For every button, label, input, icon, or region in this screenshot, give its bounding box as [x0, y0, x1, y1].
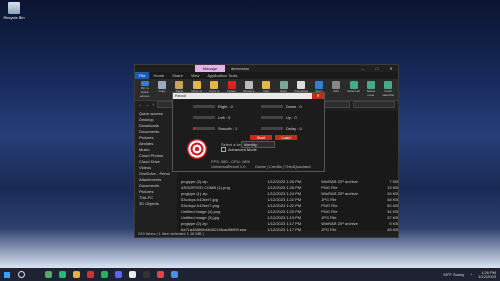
app-icon-2[interactable]	[171, 271, 178, 278]
target-logo-icon	[187, 139, 207, 159]
steam-icon[interactable]	[143, 271, 150, 278]
desktop-icon-label: Recycle Bin	[3, 15, 25, 20]
slider-label: Smooth : 1	[218, 126, 238, 131]
delete-icon	[227, 81, 236, 89]
open-icon	[314, 81, 323, 89]
recycle-bin-glyph	[8, 2, 20, 14]
slider-smooth[interactable]	[193, 127, 215, 130]
search-input[interactable]	[353, 101, 395, 108]
tray-chevron-icon[interactable]: ^	[470, 272, 472, 277]
system-tray: 59°F Sunny ^ 1:26 PM 1/12/2023	[443, 268, 496, 281]
slider-row-down: Down : 0	[261, 104, 302, 109]
folder-icon	[210, 81, 219, 89]
ribbon-tabs: File Home Share View Application Tools	[135, 72, 398, 79]
advanced-mode-checkbox[interactable]: Advanced Mode	[221, 147, 257, 152]
easy-access-icon	[279, 81, 288, 89]
select-none-label: Select none	[366, 89, 376, 97]
forward-arrow-icon[interactable]: →	[145, 102, 149, 107]
explorer-titlebar: Manage dimension – □ ✕	[135, 65, 398, 72]
folder-icon[interactable]	[73, 271, 80, 278]
start-icon[interactable]	[4, 271, 10, 278]
invert-selection-button[interactable]: Invert selection	[382, 81, 395, 98]
app-close-button[interactable]: ✕	[312, 93, 324, 99]
slider-right[interactable]	[193, 105, 215, 108]
slider-label: Down : 0	[286, 104, 302, 109]
properties-icon	[297, 81, 306, 89]
pinned-apps	[45, 271, 178, 278]
recoil-app-icon[interactable]	[157, 271, 164, 278]
status-bar: 249 items | 1 item selected 1.16 MB |	[135, 231, 398, 237]
manage-tab[interactable]: Manage	[195, 65, 225, 72]
clock[interactable]: 1:26 PM 1/12/2023	[478, 270, 496, 279]
select-none-icon	[366, 81, 375, 89]
select-all-icon	[349, 81, 358, 89]
navigation-pane: Quick access Desktop Downloads Documents…	[135, 111, 175, 231]
back-arrow-icon[interactable]: ←	[138, 102, 142, 107]
pin-button[interactable]: Pin to Quick access	[138, 81, 151, 98]
edit-button[interactable]: Edit	[329, 81, 342, 98]
start-button[interactable]: Start	[250, 135, 272, 140]
task-view-icon[interactable]	[45, 271, 52, 278]
browser-icon[interactable]	[59, 271, 66, 278]
slider-row-left: Left : 0	[193, 115, 230, 120]
date: 1/12/2023	[478, 273, 496, 279]
opera-icon[interactable]	[87, 271, 94, 278]
tab-home[interactable]: Home	[149, 72, 168, 79]
load-button[interactable]: Load	[275, 135, 297, 140]
taskbar: 59°F Sunny ^ 1:26 PM 1/12/2023	[0, 268, 500, 281]
select-none-button[interactable]: Select none	[364, 81, 377, 98]
tab-application-tools[interactable]: Application Tools	[203, 72, 241, 79]
tab-file[interactable]: File	[135, 72, 150, 79]
weather-status[interactable]: 59°F Sunny	[443, 272, 464, 277]
invert-selection-label: Invert selection	[382, 89, 395, 97]
new-folder-icon	[262, 81, 271, 89]
slider-label: Up : 0	[286, 115, 297, 120]
spotify-icon[interactable]	[101, 271, 108, 278]
checkbox-label: Advanced Mode	[228, 147, 257, 152]
slider-label: Delay : 0	[286, 126, 302, 131]
slider-row-up: Up : 0	[261, 115, 297, 120]
minimize-button[interactable]: –	[356, 65, 370, 72]
select-all-label: Select all	[347, 89, 360, 93]
footer-links[interactable]: Guide | Credits | ThirdQuadrant	[255, 164, 311, 169]
app-titlebar: Recoil ✕	[173, 93, 324, 99]
recycle-bin-icon[interactable]: Recycle Bin	[3, 2, 25, 20]
window-controls: – □ ✕	[356, 65, 398, 72]
nav-item-3d-objects[interactable]: 3D Objects	[135, 201, 175, 207]
slider-row-smooth: Smooth : 1	[193, 126, 237, 131]
close-button[interactable]: ✕	[384, 65, 398, 72]
slider-down[interactable]	[261, 105, 283, 108]
tab-share[interactable]: Share	[168, 72, 187, 79]
slider-fill	[193, 127, 196, 130]
app-version: UniversalRecoil 1.0	[211, 164, 246, 169]
select-all-button[interactable]: Select all	[347, 81, 360, 98]
edit-label: Edit	[333, 89, 339, 93]
app-title: Recoil	[175, 93, 187, 98]
window-title: dimension	[231, 66, 250, 71]
maximize-button[interactable]: □	[370, 65, 384, 72]
app-icon[interactable]	[129, 271, 136, 278]
checkbox-box	[221, 147, 226, 152]
paste-icon	[175, 81, 184, 89]
tab-view[interactable]: View	[187, 72, 204, 79]
recoil-app-window: Recoil ✕ Right : 0 Down : 0 Left : 0 Up …	[172, 92, 325, 172]
copy-button[interactable]: Copy	[155, 81, 168, 98]
slider-up[interactable]	[261, 116, 283, 119]
folder-icon	[192, 81, 201, 89]
invert-selection-icon	[384, 81, 393, 89]
copy-icon	[158, 81, 167, 89]
edit-icon	[332, 81, 341, 89]
up-arrow-icon[interactable]: ↑	[152, 102, 154, 107]
slider-label: Right : 0	[218, 104, 233, 109]
rename-icon	[244, 81, 253, 89]
slider-row-delay: Delay : 0	[261, 126, 302, 131]
pin-label: Pin to Quick access	[140, 86, 150, 98]
discord-icon[interactable]	[115, 271, 122, 278]
slider-delay[interactable]	[261, 127, 283, 130]
copy-label: Copy	[158, 89, 166, 93]
search-icon[interactable]	[18, 271, 25, 278]
slider-left[interactable]	[193, 116, 215, 119]
slider-label: Left : 0	[218, 115, 231, 120]
slider-row-right: Right : 0	[193, 104, 233, 109]
